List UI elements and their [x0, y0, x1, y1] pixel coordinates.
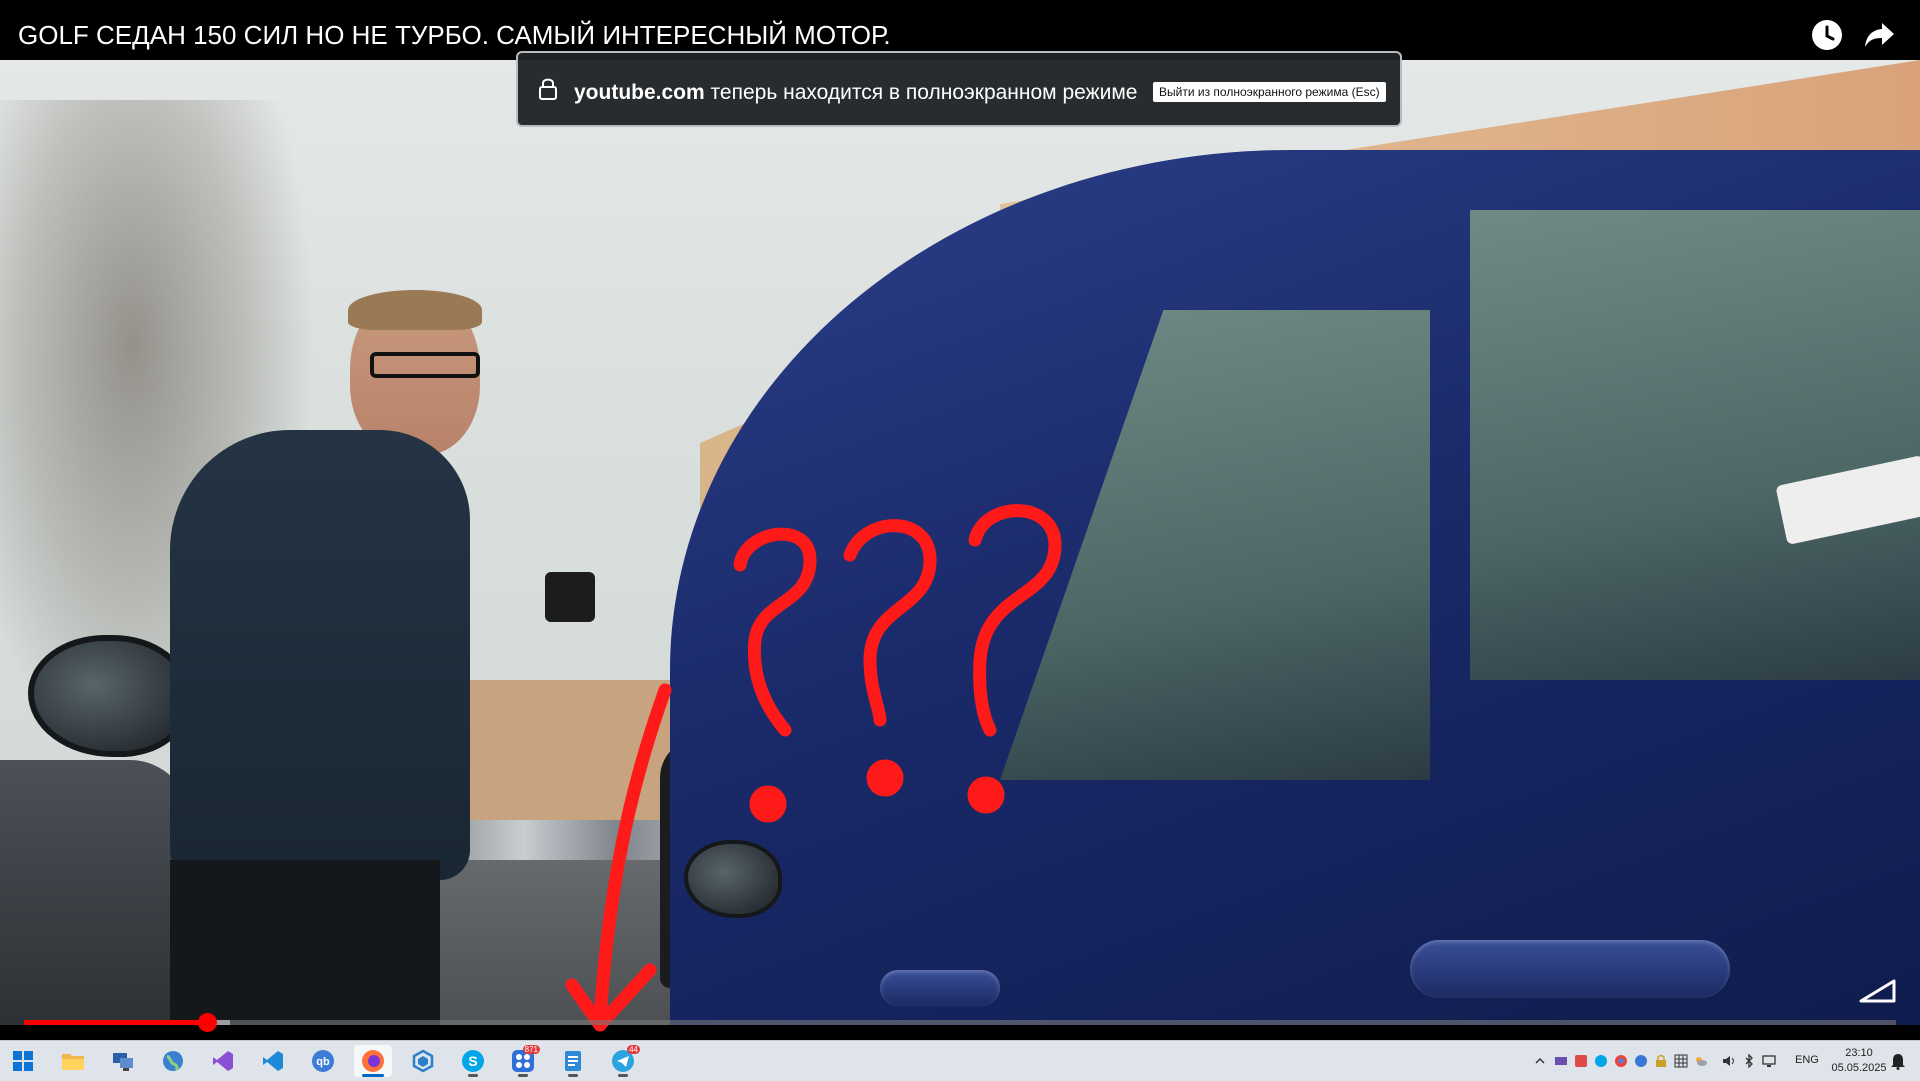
- taskbar-globe-app[interactable]: [154, 1045, 192, 1077]
- telegram-badge: 44: [627, 1045, 640, 1054]
- open-indicator: [568, 1074, 578, 1077]
- firefox-icon: [362, 1050, 384, 1072]
- fullscreen-notification: youtube.com теперь находится в полноэкра…: [516, 51, 1402, 127]
- share-icon: [1865, 23, 1894, 47]
- cloud-icon[interactable]: [1634, 1054, 1648, 1068]
- left-car: [0, 760, 190, 1025]
- progress-scrubber[interactable]: [197, 1013, 217, 1032]
- app-grid-badge: 871: [522, 1045, 540, 1054]
- clock-date: 05.05.2025: [1831, 1062, 1887, 1074]
- fullscreen-domain: youtube.com: [574, 81, 705, 104]
- open-indicator: [618, 1074, 628, 1077]
- car-front-handle: [880, 970, 1000, 1006]
- system-clock[interactable]: 23:10 05.05.2025: [1829, 1046, 1889, 1076]
- globe-icon: [163, 1051, 183, 1072]
- language-indicator[interactable]: ENG: [1795, 1054, 1819, 1066]
- bluetooth-icon[interactable]: [1742, 1054, 1756, 1068]
- car-front-window: [1000, 310, 1430, 780]
- qbittorrent-icon: qb: [312, 1050, 334, 1072]
- taskbar-notepad[interactable]: [554, 1045, 592, 1077]
- taskbar-firefox[interactable]: [354, 1045, 392, 1077]
- lock-tray-icon[interactable]: [1654, 1054, 1668, 1068]
- taskbar-telegram[interactable]: 44: [604, 1045, 642, 1077]
- folder-icon: [62, 1054, 84, 1070]
- quality-icon[interactable]: [1858, 975, 1898, 1005]
- fullscreen-message: youtube.com теперь находится в полноэкра…: [574, 81, 1137, 105]
- weather-icon[interactable]: [1694, 1054, 1708, 1068]
- open-indicator: [468, 1074, 478, 1077]
- chrome-tray-icon[interactable]: [1614, 1054, 1628, 1068]
- car-rear-window: [1470, 210, 1920, 680]
- antivirus-icon[interactable]: [1574, 1054, 1588, 1068]
- taskbar-visual-studio[interactable]: [204, 1045, 242, 1077]
- notepad-icon: [565, 1051, 581, 1071]
- watch-later-icon: [1812, 20, 1842, 50]
- taskbar-start[interactable]: [4, 1045, 42, 1077]
- car-side-mirror: [684, 840, 782, 918]
- taskbar-qbittorrent[interactable]: qb: [304, 1045, 342, 1077]
- notification-bell-icon[interactable]: [1890, 1052, 1906, 1070]
- progress-played: [24, 1020, 208, 1025]
- open-indicator: [518, 1074, 528, 1077]
- windows-taskbar: qb S 871 44 ENG 23:10 05.05.2025: [0, 1040, 1920, 1081]
- taskbar-skype[interactable]: S: [454, 1045, 492, 1077]
- taskbar-app-grid[interactable]: 871: [504, 1045, 542, 1077]
- watch-later-button[interactable]: [1810, 18, 1844, 52]
- person-main: [170, 290, 595, 1025]
- vscode-icon: [263, 1051, 283, 1071]
- taskbar-cube-app[interactable]: [404, 1045, 442, 1077]
- computer-icon: [113, 1053, 133, 1071]
- lock-icon: [539, 78, 557, 100]
- video-title: GOLF СЕДАН 150 СИЛ НО НЕ ТУРБО. САМЫЙ ИН…: [18, 20, 891, 50]
- video-player[interactable]: [0, 60, 1920, 1025]
- windows-icon: [13, 1051, 33, 1071]
- skype-icon: S: [462, 1050, 484, 1072]
- taskbar-vscode[interactable]: [254, 1045, 292, 1077]
- cube-icon: [412, 1049, 434, 1073]
- svg-text:S: S: [468, 1053, 477, 1069]
- share-button[interactable]: [1863, 18, 1897, 52]
- taskbar-remote-desktop[interactable]: [104, 1045, 142, 1077]
- svg-text:qb: qb: [316, 1056, 330, 1068]
- exit-fullscreen-button[interactable]: Выйти из полноэкранного режима (Esc): [1153, 82, 1386, 102]
- progress-bar[interactable]: [24, 1020, 1896, 1025]
- clock-time: 23:10: [1845, 1047, 1873, 1059]
- fullscreen-message-text: теперь находится в полноэкранном режиме: [710, 81, 1138, 104]
- chevron-up-icon[interactable]: [1533, 1054, 1547, 1068]
- active-indicator: [362, 1074, 384, 1077]
- skype-tray-icon[interactable]: [1594, 1054, 1608, 1068]
- tray-app-icon[interactable]: [1554, 1054, 1568, 1068]
- grid-icon[interactable]: [1674, 1054, 1688, 1068]
- taskbar-file-explorer[interactable]: [54, 1045, 92, 1077]
- visual-studio-icon: [213, 1051, 233, 1071]
- network-icon[interactable]: [1762, 1054, 1776, 1068]
- car-door-handle: [1410, 940, 1730, 998]
- volume-icon[interactable]: [1722, 1054, 1736, 1068]
